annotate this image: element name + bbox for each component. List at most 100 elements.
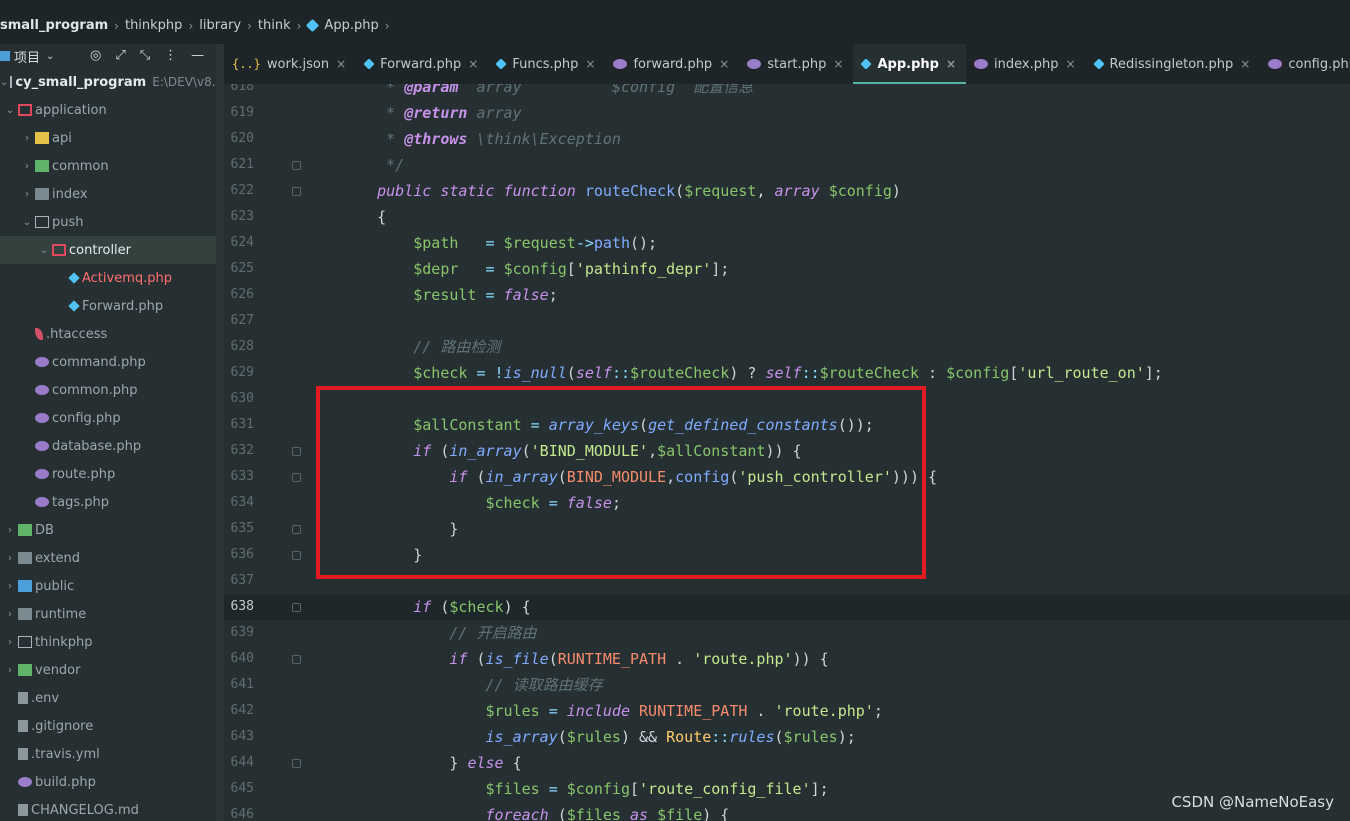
code-token: array: [467, 104, 522, 122]
tree-item-application[interactable]: ⌄ application: [0, 96, 218, 124]
tree-item-tags-php[interactable]: tags.php: [0, 488, 218, 516]
tree-item-changelog-md[interactable]: CHANGELOG.md: [0, 796, 218, 821]
tree-item-gitignore[interactable]: .gitignore: [0, 712, 218, 740]
tree-item-public[interactable]: › public: [0, 572, 218, 600]
close-icon[interactable]: ×: [719, 57, 729, 71]
tree-item-build-php[interactable]: build.php: [0, 768, 218, 796]
tree-item-vendor[interactable]: › vendor: [0, 656, 218, 684]
fold-marker-icon[interactable]: [292, 551, 301, 560]
php-icon: [18, 777, 32, 787]
code-token: 'url_route_on': [1018, 364, 1145, 382]
tree-root[interactable]: ⌄ cy_small_program E:\DEV\v8.0\cy: [0, 68, 218, 96]
chevron-down-icon[interactable]: ⌄: [21, 217, 33, 228]
collapse-icon[interactable]: ⤡: [140, 48, 150, 63]
folder-blue-icon: [18, 580, 32, 592]
tree-item-env[interactable]: .env: [0, 684, 218, 712]
tab-label: start.php: [767, 56, 827, 72]
code-token: @throws: [404, 130, 468, 148]
fold-marker-icon[interactable]: [292, 525, 301, 534]
close-icon[interactable]: ×: [336, 57, 346, 71]
tree-item-activemq-php[interactable]: Activemq.php: [0, 264, 218, 292]
tree-item-extend[interactable]: › extend: [0, 544, 218, 572]
tab-redissingleton-php[interactable]: Redissingleton.php ×: [1086, 44, 1261, 84]
close-icon[interactable]: ×: [946, 57, 956, 71]
folder-icon: [18, 552, 32, 564]
code-line: $rules = include RUNTIME_PATH . 'route.p…: [341, 698, 883, 724]
tree-item-db[interactable]: › DB: [0, 516, 218, 544]
tab-forward-php[interactable]: Forward.php ×: [356, 44, 488, 84]
fold-marker-icon[interactable]: [292, 473, 301, 482]
chevron-right-icon[interactable]: ›: [21, 161, 33, 172]
highlight-box: [316, 386, 926, 579]
chevron-right-icon[interactable]: ›: [4, 581, 16, 592]
code-token: $files: [566, 806, 621, 821]
fold-marker-icon[interactable]: [292, 759, 301, 768]
tree-item-label: common: [52, 158, 109, 174]
code-token: Route: [666, 728, 712, 746]
php-icon: [35, 497, 49, 507]
locate-icon[interactable]: ◎: [90, 48, 101, 63]
tree-item-forward-php[interactable]: Forward.php: [0, 292, 218, 320]
fold-marker-icon[interactable]: [292, 161, 301, 170]
code-token: else: [467, 754, 504, 772]
options-icon[interactable]: ⋮: [164, 48, 177, 63]
expand-icon[interactable]: ⤢: [115, 48, 125, 63]
chevron-right-icon[interactable]: ›: [4, 525, 16, 536]
code-token: is_null: [503, 364, 567, 382]
tree-item-index[interactable]: › index: [0, 180, 218, 208]
chevron-right-icon[interactable]: ›: [21, 189, 33, 200]
chevron-down-icon[interactable]: ⌄: [4, 105, 16, 116]
fold-marker-icon[interactable]: [292, 655, 301, 664]
breadcrumb-item[interactable]: library: [199, 18, 245, 33]
tree-item-travis-yml[interactable]: .travis.yml: [0, 740, 218, 768]
project-scrollbar[interactable]: [216, 44, 224, 821]
breadcrumb-item[interactable]: think: [258, 18, 295, 33]
tree-item-common-php[interactable]: common.php: [0, 376, 218, 404]
tab-start-php[interactable]: start.php ×: [739, 44, 853, 84]
tab-app-php[interactable]: App.php ×: [853, 44, 967, 84]
code-token: {: [341, 208, 387, 226]
tree-item-push[interactable]: ⌄ push: [0, 208, 218, 236]
close-icon[interactable]: ×: [468, 57, 478, 71]
fold-marker-icon[interactable]: [292, 447, 301, 456]
watermark: CSDN @NameNoEasy: [1171, 793, 1334, 811]
breadcrumb-item[interactable]: App.php: [324, 18, 382, 33]
hide-icon[interactable]: —: [191, 48, 204, 63]
chevron-right-icon[interactable]: ›: [4, 553, 16, 564]
tree-item-route-php[interactable]: route.php: [0, 460, 218, 488]
chevron-right-icon[interactable]: ›: [4, 637, 16, 648]
code-token: ::: [801, 364, 820, 382]
chevron-down-icon[interactable]: ⌄: [46, 51, 54, 62]
close-icon[interactable]: ×: [585, 57, 595, 71]
code-token: $request: [503, 234, 576, 252]
breadcrumb-item[interactable]: thinkphp: [125, 18, 186, 33]
chevron-down-icon[interactable]: ⌄: [38, 245, 50, 256]
chevron-right-icon[interactable]: ›: [4, 665, 16, 676]
tree-item-common[interactable]: › common: [0, 152, 218, 180]
tree-item-controller[interactable]: ⌄ controller: [0, 236, 218, 264]
tab-index-php[interactable]: index.php ×: [966, 44, 1086, 84]
tab-config-php[interactable]: config.php×: [1260, 44, 1350, 84]
close-icon[interactable]: ×: [1065, 57, 1075, 71]
chevron-right-icon[interactable]: ›: [21, 133, 33, 144]
tree-item-config-php[interactable]: config.php: [0, 404, 218, 432]
breadcrumb-item[interactable]: small_program: [0, 18, 112, 33]
tree-item-api[interactable]: › api: [0, 124, 218, 152]
tree-item-database-php[interactable]: database.php: [0, 432, 218, 460]
fold-marker-icon[interactable]: [292, 187, 301, 196]
code-token: ) {: [702, 806, 730, 821]
tree-item-thinkphp[interactable]: › thinkphp: [0, 628, 218, 656]
tree-item-htaccess[interactable]: .htaccess: [0, 320, 218, 348]
chevron-right-icon[interactable]: ›: [4, 609, 16, 620]
tab-forward-php[interactable]: forward.php ×: [605, 44, 739, 84]
project-title[interactable]: 项目: [14, 47, 40, 66]
tab-work-json[interactable]: {..} work.json ×: [224, 44, 356, 84]
code-line: if (is_file(RUNTIME_PATH . 'route.php'))…: [341, 646, 828, 672]
close-icon[interactable]: ×: [1240, 57, 1250, 71]
fold-marker-icon[interactable]: [292, 603, 301, 612]
tree-item-runtime[interactable]: › runtime: [0, 600, 218, 628]
tab-funcs-php[interactable]: Funcs.php ×: [488, 44, 605, 84]
chevron-down-icon[interactable]: ⌄: [0, 77, 8, 88]
close-icon[interactable]: ×: [833, 57, 843, 71]
tree-item-command-php[interactable]: command.php: [0, 348, 218, 376]
